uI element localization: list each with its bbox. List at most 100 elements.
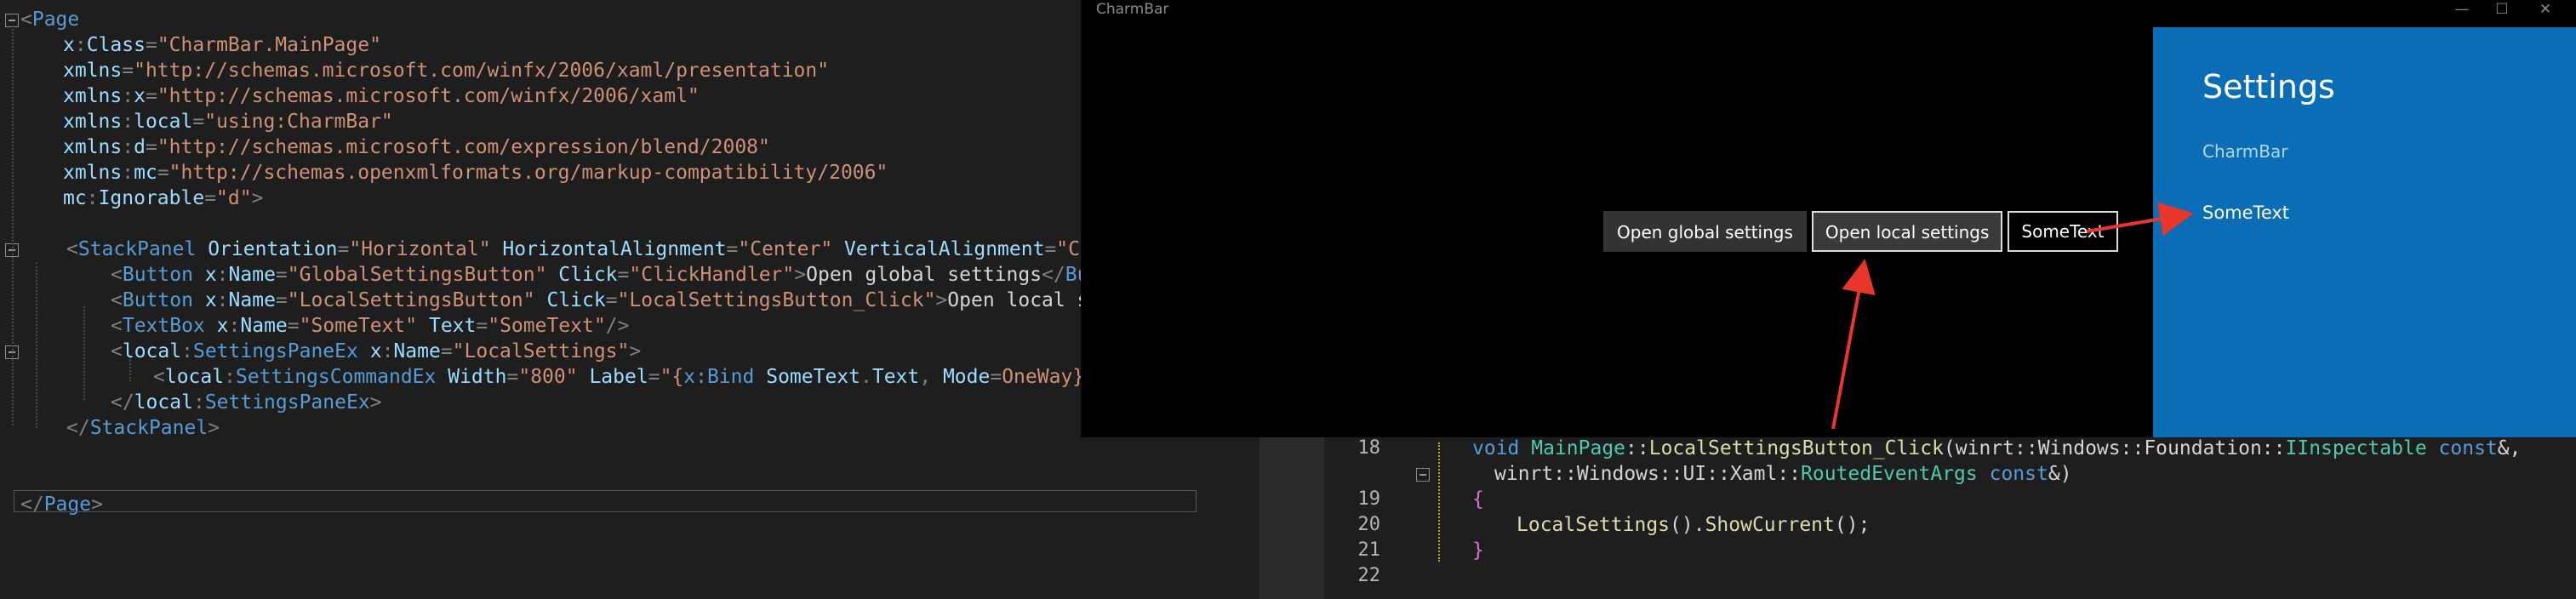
- xaml-code-line: <Page: [20, 7, 79, 32]
- xaml-token: "http://schemas.microsoft.com/expression…: [157, 136, 770, 158]
- xaml-token: "LocalSettingsButton": [287, 289, 535, 311]
- cpp-token: LocalSettings: [1516, 514, 1671, 536]
- cpp-token: &): [2048, 463, 2072, 485]
- xaml-token: =: [275, 289, 288, 311]
- xaml-token: =: [145, 136, 157, 158]
- xaml-token: Class: [86, 34, 146, 56]
- xaml-code-line: mc:Ignorable="d">: [63, 185, 263, 211]
- xaml-token: Label: [589, 366, 648, 388]
- settings-command-sometext[interactable]: SomeText: [2202, 203, 2289, 223]
- cpp-token: LocalSettingsButton_Click: [1648, 437, 1944, 459]
- xaml-token: "using:CharmBar": [204, 111, 393, 133]
- xaml-token: Name: [228, 264, 276, 286]
- xaml-token: Text: [871, 366, 920, 388]
- xaml-token: <: [111, 315, 123, 337]
- xaml-token: =: [275, 264, 288, 286]
- xaml-token: x: [63, 34, 75, 56]
- xaml-code-line: <Button x:Name="LocalSettingsButton" Cli…: [111, 288, 1148, 313]
- xaml-token: x:Bind: [683, 366, 755, 388]
- xaml-code-line: <TextBox x:Name="SomeText" Text="SomeTex…: [111, 313, 629, 339]
- xaml-token: =: [648, 366, 660, 388]
- some-text-input[interactable]: SomeText: [2008, 211, 2118, 252]
- cpp-token: {: [1472, 488, 1484, 511]
- xaml-code-line: xmlns="http://schemas.microsoft.com/winf…: [63, 58, 829, 83]
- line-number: 19: [1357, 488, 1381, 510]
- line-number: 18: [1357, 437, 1381, 459]
- xaml-token: :: [181, 340, 193, 362]
- xaml-token: SomeText: [766, 366, 860, 388]
- xaml-token: "LocalSettings": [452, 340, 630, 362]
- xaml-token: =: [617, 264, 630, 286]
- xaml-token: :: [192, 391, 205, 414]
- xaml-token: [832, 238, 844, 260]
- app-window: CharmBar — ☐ ✕ Open global settings Open…: [1081, 0, 2576, 437]
- xaml-token: "ClickHandler": [629, 264, 795, 286]
- xaml-token: :: [381, 340, 394, 362]
- xaml-token: local: [134, 391, 193, 414]
- title-bar[interactable]: CharmBar — ☐ ✕: [1081, 0, 2576, 22]
- xaml-token: >: [251, 187, 264, 209]
- xaml-token: [436, 366, 448, 388]
- xaml-token: ,: [919, 366, 943, 388]
- xaml-token: =: [122, 60, 134, 82]
- cpp-token: MainPage: [1531, 437, 1626, 459]
- xaml-token: Ignorable: [98, 187, 205, 209]
- xaml-token: Orientation: [208, 238, 338, 260]
- xaml-token: xmlns: [63, 85, 123, 107]
- xaml-token: StackPanel: [89, 417, 208, 439]
- xaml-token: =: [726, 238, 739, 260]
- open-local-settings-button[interactable]: Open local settings: [1811, 211, 2003, 252]
- xaml-token: [196, 238, 208, 260]
- cpp-token: ().: [1670, 514, 1705, 536]
- xaml-token: =: [157, 162, 169, 184]
- cpp-code-line: {: [1472, 487, 1484, 512]
- xaml-token: Name: [393, 340, 441, 362]
- xaml-token: x: [134, 85, 146, 107]
- xaml-token: Name: [240, 315, 288, 337]
- xaml-token: TextBox: [122, 315, 205, 337]
- xaml-code-line: <local:SettingsCommandEx Width="800" Lab…: [153, 364, 1120, 390]
- indent-guide: [12, 26, 14, 425]
- xaml-token: Mode: [942, 366, 991, 388]
- xaml-token: :: [86, 187, 99, 209]
- fold-toggle-icon[interactable]: [1416, 468, 1430, 482]
- xaml-token: d: [134, 136, 146, 158]
- xaml-token: Name: [228, 289, 276, 311]
- xaml-token: "LocalSettingsButton_Click": [617, 289, 936, 311]
- xaml-token: SettingsPaneEx: [192, 340, 358, 362]
- xaml-token: "Center": [738, 238, 833, 260]
- xaml-token: <: [111, 264, 123, 286]
- xaml-token: Button: [122, 289, 193, 311]
- xaml-code-line: xmlns:d="http://schemas.microsoft.com/ex…: [63, 134, 770, 160]
- xaml-token: local: [122, 340, 182, 362]
- xaml-token: x: [369, 340, 382, 362]
- xaml-token: [546, 264, 558, 286]
- xaml-code-line: xmlns:mc="http://schemas.openxmlformats.…: [63, 160, 888, 185]
- xaml-token: :: [122, 85, 134, 107]
- xaml-token: "http://schemas.microsoft.com/winfx/2006…: [134, 60, 830, 82]
- xaml-token: <: [111, 289, 123, 311]
- xaml-token: Button: [122, 264, 193, 286]
- xaml-token: <: [20, 9, 32, 31]
- xaml-code-line: <local:SettingsPaneEx x:Name="LocalSetti…: [111, 339, 641, 364]
- cpp-token: ::: [1625, 437, 1649, 459]
- xaml-token: Page: [31, 9, 80, 31]
- indent-guide: [83, 306, 85, 400]
- indent-guide: [36, 262, 37, 428]
- cpp-token: IInspectable: [2285, 437, 2427, 459]
- xaml-token: x: [216, 315, 229, 337]
- xaml-token: "SomeText": [299, 315, 418, 337]
- xaml-token: [417, 315, 429, 337]
- settings-pane: Settings CharmBar SomeText: [2153, 27, 2576, 437]
- xaml-token: </: [111, 391, 134, 414]
- xaml-token: >: [369, 391, 382, 414]
- xaml-token: <: [153, 366, 165, 388]
- open-global-settings-button[interactable]: Open global settings: [1603, 211, 1807, 252]
- xaml-token: [491, 238, 503, 260]
- xaml-token: =: [204, 187, 217, 209]
- xaml-token: =: [476, 315, 488, 337]
- xaml-token: =: [605, 289, 618, 311]
- xaml-token: =: [506, 366, 519, 388]
- xaml-token: :: [224, 366, 236, 388]
- close-button[interactable]: ✕: [2515, 0, 2576, 20]
